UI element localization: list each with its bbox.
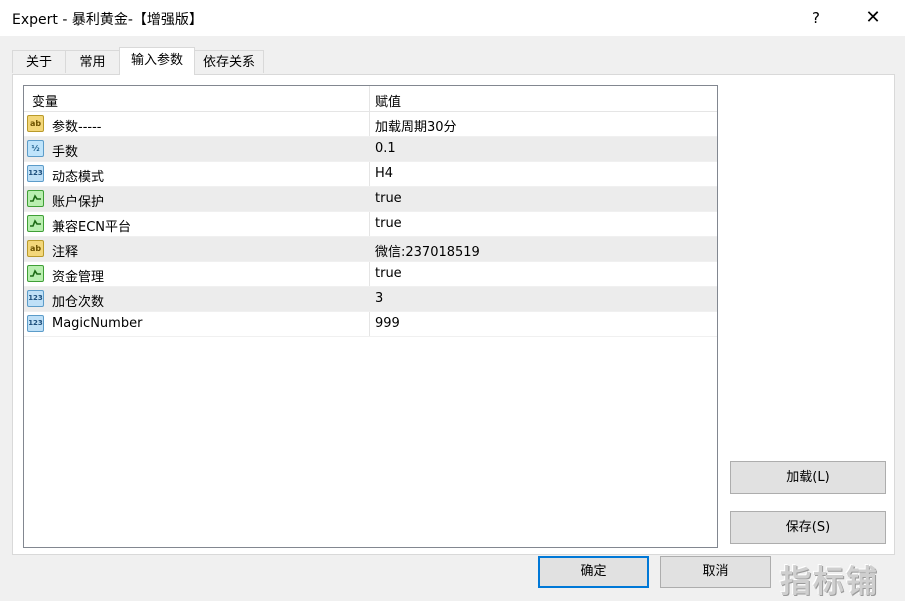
grid-header: 变量 赋值 [24, 86, 717, 112]
integer-icon: 123 [27, 290, 44, 307]
integer-icon: 123 [27, 165, 44, 182]
param-value[interactable]: 3 [375, 291, 383, 306]
param-name: 动态模式 [52, 170, 105, 185]
param-name: 注释 [52, 245, 79, 260]
tab-about[interactable]: 关于 [12, 50, 66, 73]
save-button[interactable]: 保存(S) [730, 511, 886, 544]
close-button[interactable]: ✕ [858, 6, 888, 30]
table-row[interactable]: 账户保护 true [24, 187, 717, 212]
bool-icon [27, 190, 44, 207]
tab-common[interactable]: 常用 [65, 50, 120, 73]
bool-icon [27, 265, 44, 282]
table-row[interactable]: 兼容ECN平台 true [24, 212, 717, 237]
param-value[interactable]: 微信:237018519 [375, 241, 480, 260]
parameters-grid: 变量 赋值 ab 参数----- 加载周期30分 ½ 手数 0.1 123 动态… [23, 85, 718, 548]
param-value[interactable]: true [375, 191, 402, 206]
param-value[interactable]: true [375, 266, 402, 281]
param-value[interactable]: 0.1 [375, 141, 396, 156]
window-title: Expert - 暴利黄金-【增强版】 [12, 12, 203, 28]
param-value[interactable]: 999 [375, 316, 400, 331]
title-bar: Expert - 暴利黄金-【增强版】 ? ✕ [0, 0, 905, 36]
ok-button[interactable]: 确定 [538, 556, 649, 588]
help-button[interactable]: ? [804, 6, 828, 30]
param-name: 参数----- [52, 120, 102, 135]
param-value[interactable]: true [375, 216, 402, 231]
table-row[interactable]: ab 注释 微信:237018519 [24, 237, 717, 262]
param-name: 账户保护 [52, 195, 105, 210]
param-name: 兼容ECN平台 [52, 220, 132, 235]
watermark: 指标铺 [780, 564, 879, 600]
double-icon: ½ [27, 140, 44, 157]
param-value[interactable]: H4 [375, 166, 393, 181]
table-row[interactable]: ½ 手数 0.1 [24, 137, 717, 162]
param-name: 资金管理 [52, 270, 105, 285]
param-name: 加仓次数 [52, 295, 105, 310]
param-name: 手数 [52, 145, 79, 160]
table-row[interactable]: 123 加仓次数 3 [24, 287, 717, 312]
tab-dependencies[interactable]: 依存关系 [194, 50, 264, 73]
table-row[interactable]: 123 动态模式 H4 [24, 162, 717, 187]
bool-icon [27, 215, 44, 232]
cancel-button[interactable]: 取消 [660, 556, 771, 588]
param-name: MagicNumber [52, 316, 143, 331]
table-row[interactable]: 资金管理 true [24, 262, 717, 287]
column-value[interactable]: 赋值 [375, 91, 401, 110]
tab-inputs[interactable]: 输入参数 [119, 47, 195, 75]
string-icon: ab [27, 115, 44, 132]
load-button[interactable]: 加载(L) [730, 461, 886, 494]
integer-icon: 123 [27, 315, 44, 332]
param-value[interactable]: 加载周期30分 [375, 116, 457, 135]
table-row[interactable]: 123 MagicNumber 999 [24, 312, 717, 337]
string-icon: ab [27, 240, 44, 257]
table-row[interactable]: ab 参数----- 加载周期30分 [24, 112, 717, 137]
column-variable[interactable]: 变量 [32, 91, 58, 110]
